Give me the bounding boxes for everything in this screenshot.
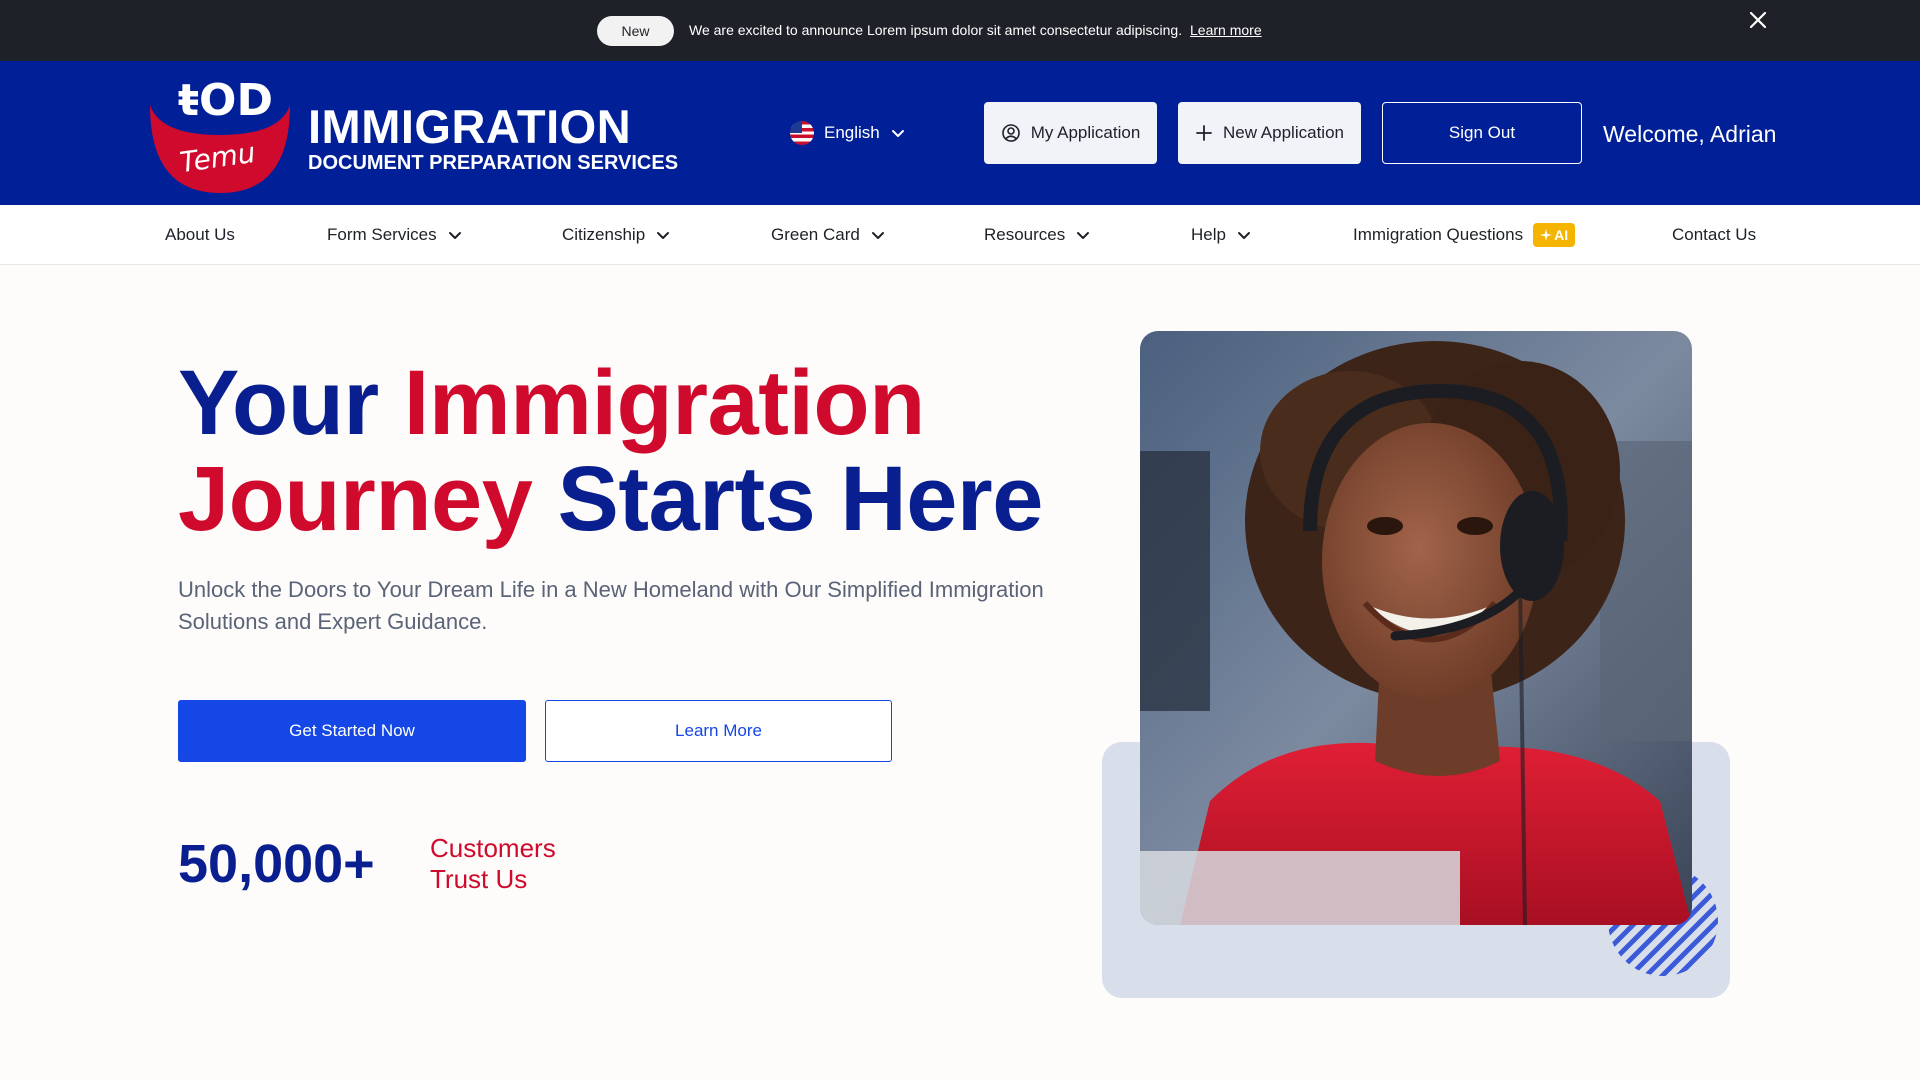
chevron-down-icon — [1237, 232, 1250, 239]
hero-photo-support-agent — [1140, 331, 1692, 925]
chevron-down-icon — [657, 232, 670, 239]
nav-item-label: About Us — [165, 225, 235, 244]
nav-item-contact-us[interactable]: Contact Us — [1672, 205, 1756, 265]
hero-description: Unlock the Doors to Your Dream Life in a… — [178, 577, 1044, 634]
ai-badge: AI — [1533, 223, 1576, 247]
nav-item-citizenship[interactable]: Citizenship — [562, 205, 671, 265]
language-label: English — [824, 123, 880, 142]
nav-item-green-card[interactable]: Green Card — [771, 205, 886, 265]
announcement-message: We are excited to announce Lorem ipsum d… — [689, 22, 1262, 38]
chevron-down-icon — [871, 232, 884, 239]
us-flag-icon — [790, 121, 814, 145]
site-header: ŧOD Temu IMMIGRATION DOCUMENT PREPARATIO… — [0, 61, 1920, 205]
chevron-down-icon — [891, 130, 904, 137]
customer-count: 50,000+ — [178, 834, 375, 894]
learn-more-button[interactable]: Learn More — [545, 700, 892, 762]
nav-item-resources[interactable]: Resources — [984, 205, 1091, 265]
chevron-down-icon — [448, 232, 461, 239]
hero-title-line-1: Your Immigration — [178, 355, 1043, 451]
hero-title-word: Your — [178, 352, 379, 454]
temu-logo[interactable]: ŧOD Temu — [148, 75, 292, 193]
plus-icon — [1196, 125, 1212, 141]
new-application-button[interactable]: New Application — [1178, 102, 1361, 164]
user-circle-icon — [1001, 124, 1020, 142]
sparkle-icon — [1540, 229, 1553, 241]
close-icon[interactable] — [1746, 8, 1770, 32]
nav-item-about-us[interactable]: About Us — [165, 205, 235, 265]
main-nav: About Us Form Services Citizenship Green… — [0, 205, 1920, 265]
nav-item-label: Immigration Questions — [1353, 225, 1524, 244]
stat-label-line: Customers — [430, 833, 556, 863]
customer-count-label: Customers Trust Us — [430, 833, 630, 895]
hero-title-line-2: Journey Starts Here — [178, 451, 1043, 547]
ai-badge-label: AI — [1554, 227, 1569, 243]
announcement-bar: New We are excited to announce Lorem ips… — [0, 0, 1920, 61]
new-badge: New — [597, 16, 674, 46]
hero-title-word: Immigration — [403, 352, 925, 454]
brand-subtitle: DOCUMENT PREPARATION SERVICES — [308, 152, 679, 174]
chevron-down-icon — [1077, 232, 1090, 239]
nav-item-form-services[interactable]: Form Services — [327, 205, 463, 265]
welcome-message: Welcome, Adrian — [1603, 121, 1777, 147]
new-application-label: New Application — [1223, 123, 1344, 142]
stat-label-line: Trust Us — [430, 864, 528, 894]
svg-text:ŧOD: ŧOD — [178, 75, 273, 126]
nav-item-label: Help — [1191, 225, 1226, 244]
language-selector[interactable]: English — [790, 117, 906, 149]
hero-title-word: Journey — [178, 448, 533, 550]
hero-title: Your Immigration Journey Starts Here — [178, 355, 1043, 547]
nav-item-immigration-questions[interactable]: Immigration Questions AI — [1353, 205, 1576, 265]
nav-item-label: Citizenship — [562, 225, 646, 244]
brand-title: IMMIGRATION — [308, 100, 632, 153]
my-application-button[interactable]: My Application — [984, 102, 1157, 164]
nav-item-label: Form Services — [327, 225, 437, 244]
nav-item-label: Green Card — [771, 225, 860, 244]
hero-title-word: Starts Here — [557, 448, 1043, 550]
announcement-learn-more-link[interactable]: Learn more — [1190, 22, 1262, 38]
announcement-text: We are excited to announce Lorem ipsum d… — [689, 22, 1183, 38]
sign-out-button[interactable]: Sign Out — [1382, 102, 1582, 164]
get-started-button[interactable]: Get Started Now — [178, 700, 526, 762]
nav-item-help[interactable]: Help — [1191, 205, 1252, 265]
nav-item-label: Contact Us — [1672, 225, 1757, 244]
nav-item-label: Resources — [984, 225, 1066, 244]
my-application-label: My Application — [1030, 123, 1141, 142]
